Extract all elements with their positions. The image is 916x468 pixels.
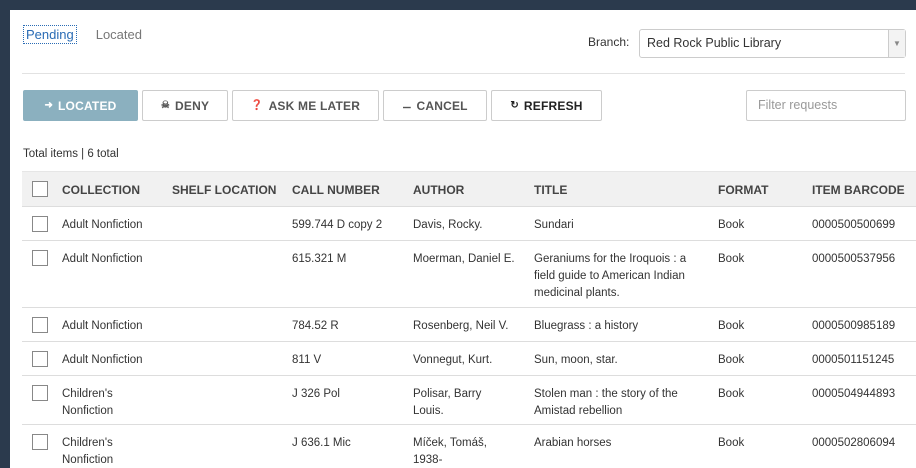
branch-select[interactable]: Red Rock Public Library ▼ [639,29,906,58]
total-items: Total items | 6 total [23,148,119,160]
divider [22,73,905,74]
requests-panel: Pending Located Branch: Red Rock Public … [10,10,916,468]
located-button-label: LOCATED [58,98,117,113]
cell-format: Book [718,354,745,366]
col-author[interactable]: AUTHOR [413,183,464,197]
col-call-number[interactable]: CALL NUMBER [292,183,380,197]
table-row[interactable]: Adult Nonfiction 811 V Vonnegut, Kurt. S… [22,341,916,376]
cell-title: Geraniums for the Iroquois : a field gui… [534,253,687,299]
cell-item-barcode: 0000502806094 [812,437,896,449]
thumbs-down-icon: ☠ [160,100,171,111]
cell-item-barcode: 0000501151245 [812,354,895,366]
located-button[interactable]: ➜ LOCATED [23,90,138,121]
row-checkbox[interactable] [32,385,48,401]
cell-format: Book [718,437,745,449]
table-row[interactable]: Children's Nonfiction J 326 Pol Polisar,… [22,375,916,425]
cell-collection: Children's Nonfiction [62,388,114,417]
row-checkbox[interactable] [32,351,48,367]
table-row[interactable]: Adult Nonfiction 784.52 R Rosenberg, Nei… [22,307,916,342]
table-row[interactable]: Adult Nonfiction 599.744 D copy 2 Davis,… [22,206,916,241]
row-checkbox[interactable] [32,250,48,266]
cell-collection: Adult Nonfiction [62,354,143,366]
sign-in-icon: ➜ [44,100,54,111]
refresh-icon: ↻ [510,100,519,111]
cell-format: Book [718,388,745,400]
cell-title: Sundari [534,219,574,231]
cell-call-number: J 326 Pol [292,388,340,400]
ask-later-button-label: ASK ME LATER [268,98,361,113]
row-checkbox[interactable] [32,317,48,333]
table-row[interactable]: Adult Nonfiction 615.321 M Moerman, Dani… [22,240,916,308]
cell-format: Book [718,320,745,332]
cell-format: Book [718,253,745,265]
col-shelf-location[interactable]: SHELF LOCATION [172,183,276,197]
cell-item-barcode: 0000500985189 [812,320,896,332]
cell-item-barcode: 0000500537956 [812,253,896,265]
branch-label: Branch: [588,35,630,49]
row-checkbox[interactable] [32,434,48,450]
col-format[interactable]: FORMAT [718,183,768,197]
table-row[interactable]: Children's Nonfiction J 636.1 Mic Míček,… [22,424,916,468]
cell-call-number: J 636.1 Mic [292,437,351,449]
table-header: COLLECTION SHELF LOCATION CALL NUMBER AU… [22,171,916,206]
cancel-button-label: CANCEL [416,98,468,113]
minus-circle-icon: ⚊ [402,100,412,111]
action-toolbar: ➜ LOCATED ☠ DENY ❓ ASK ME LATER ⚊ CANCEL… [23,90,602,121]
cell-format: Book [718,219,745,231]
ask-later-button[interactable]: ❓ ASK ME LATER [232,90,379,121]
cell-title: Stolen man : the story of the Amistad re… [534,388,678,417]
cell-collection: Adult Nonfiction [62,320,143,332]
tab-located[interactable]: Located [94,26,144,43]
branch-selected-value: Red Rock Public Library [647,36,782,50]
cell-call-number: 599.744 D copy 2 [292,219,383,231]
cell-title: Arabian horses [534,437,612,449]
deny-button[interactable]: ☠ DENY [142,90,228,121]
cell-author: Polisar, Barry Louis. [413,388,482,417]
cancel-button[interactable]: ⚊ CANCEL [383,90,487,121]
select-all-checkbox[interactable] [32,181,48,197]
cell-collection: Adult Nonfiction [62,219,143,231]
deny-button-label: DENY [175,98,210,113]
refresh-button-label: REFRESH [523,98,583,113]
cell-item-barcode: 0000500500699 [812,219,896,231]
cell-call-number: 615.321 M [292,253,347,265]
cell-author: Moerman, Daniel E. [413,253,515,265]
cell-call-number: 784.52 R [292,320,339,332]
col-item-barcode[interactable]: ITEM BARCODE [812,183,905,197]
cell-collection: Adult Nonfiction [62,253,143,265]
cell-collection: Children's Nonfiction [62,437,114,466]
question-circle-icon: ❓ [250,100,264,111]
cell-title: Bluegrass : a history [534,320,639,332]
col-collection[interactable]: COLLECTION [62,183,140,197]
cell-item-barcode: 0000504944893 [812,388,896,400]
filter-requests-input[interactable]: Filter requests [746,90,906,121]
refresh-button[interactable]: ↻ REFRESH [491,90,602,121]
row-checkbox[interactable] [32,216,48,232]
status-tabs: Pending Located [23,25,144,44]
cell-title: Sun, moon, star. [534,354,618,366]
tab-pending[interactable]: Pending [23,25,77,44]
cell-author: Vonnegut, Kurt. [413,354,493,366]
cell-author: Davis, Rocky. [413,219,483,231]
col-title[interactable]: TITLE [534,183,567,197]
cell-author: Rosenberg, Neil V. [413,320,509,332]
cell-call-number: 811 V [292,354,322,366]
chevron-down-icon[interactable]: ▼ [888,30,905,57]
cell-author: Míček, Tomáš, 1938- [413,437,487,466]
